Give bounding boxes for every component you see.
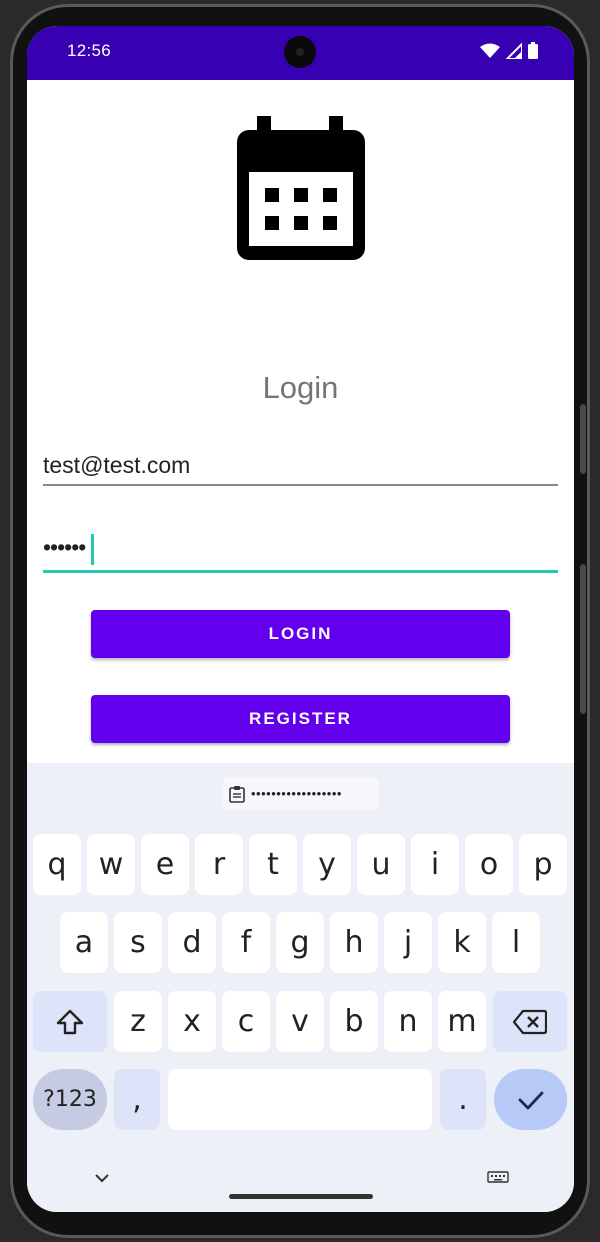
key-h[interactable]: h xyxy=(330,912,378,973)
calendar-icon xyxy=(237,116,365,260)
symbols-key[interactable]: ?123 xyxy=(33,1069,107,1130)
key-k[interactable]: k xyxy=(438,912,486,973)
key-z[interactable]: z xyxy=(114,991,162,1052)
key-w[interactable]: w xyxy=(87,834,135,895)
email-value: test@test.com xyxy=(43,452,191,478)
space-key[interactable] xyxy=(168,1069,432,1130)
key-a[interactable]: a xyxy=(60,912,108,973)
key-j[interactable]: j xyxy=(384,912,432,973)
wifi-icon xyxy=(480,43,500,58)
enter-key[interactable] xyxy=(494,1069,567,1130)
key-v[interactable]: v xyxy=(276,991,324,1052)
register-button[interactable]: REGISTER xyxy=(91,695,510,743)
front-camera xyxy=(284,36,316,68)
key-g[interactable]: g xyxy=(276,912,324,973)
login-button[interactable]: LOGIN xyxy=(91,610,510,658)
password-field[interactable]: •••••• xyxy=(43,532,558,573)
key-l[interactable]: l xyxy=(492,912,540,973)
backspace-icon xyxy=(513,1009,547,1034)
key-p[interactable]: p xyxy=(519,834,567,895)
signal-icon xyxy=(506,42,522,59)
login-screen: Login test@test.com •••••• LOGIN REGISTE… xyxy=(27,80,574,790)
clipboard-text: •••••••••••••••••• xyxy=(251,786,342,801)
key-x[interactable]: x xyxy=(168,991,216,1052)
shift-key[interactable] xyxy=(33,991,107,1052)
status-time: 12:56 xyxy=(67,41,112,60)
shift-icon xyxy=(56,1009,84,1034)
key-r[interactable]: r xyxy=(195,834,243,895)
password-value: •••••• xyxy=(43,534,86,560)
status-bar: 12:56 xyxy=(27,26,574,80)
key-t[interactable]: t xyxy=(249,834,297,895)
chevron-down-icon[interactable] xyxy=(94,1173,110,1183)
page-title: Login xyxy=(262,370,339,405)
email-field[interactable]: test@test.com xyxy=(43,450,558,486)
clipboard-icon xyxy=(229,785,245,803)
comma-key[interactable]: , xyxy=(114,1069,160,1130)
keyboard-icon[interactable] xyxy=(487,1171,509,1185)
period-key[interactable]: . xyxy=(440,1069,486,1130)
home-indicator[interactable] xyxy=(229,1194,373,1199)
status-icons xyxy=(480,42,538,59)
soft-keyboard: •••••••••••••••••• q w e r t y u i o p a… xyxy=(27,763,574,1212)
text-cursor xyxy=(91,534,94,565)
key-m[interactable]: m xyxy=(438,991,486,1052)
key-o[interactable]: o xyxy=(465,834,513,895)
key-s[interactable]: s xyxy=(114,912,162,973)
screen: 12:56 Login test@test.com •••••• LOGIN R… xyxy=(27,26,574,1212)
backspace-key[interactable] xyxy=(493,991,567,1052)
battery-icon xyxy=(528,42,538,59)
power-button xyxy=(580,564,586,714)
check-icon xyxy=(518,1091,543,1109)
key-b[interactable]: b xyxy=(330,991,378,1052)
key-y[interactable]: y xyxy=(303,834,351,895)
key-n[interactable]: n xyxy=(384,991,432,1052)
key-c[interactable]: c xyxy=(222,991,270,1052)
key-i[interactable]: i xyxy=(411,834,459,895)
key-f[interactable]: f xyxy=(222,912,270,973)
volume-button xyxy=(580,404,586,474)
key-q[interactable]: q xyxy=(33,834,81,895)
key-u[interactable]: u xyxy=(357,834,405,895)
clipboard-suggestion[interactable]: •••••••••••••••••• xyxy=(223,777,379,810)
key-e[interactable]: e xyxy=(141,834,189,895)
key-d[interactable]: d xyxy=(168,912,216,973)
